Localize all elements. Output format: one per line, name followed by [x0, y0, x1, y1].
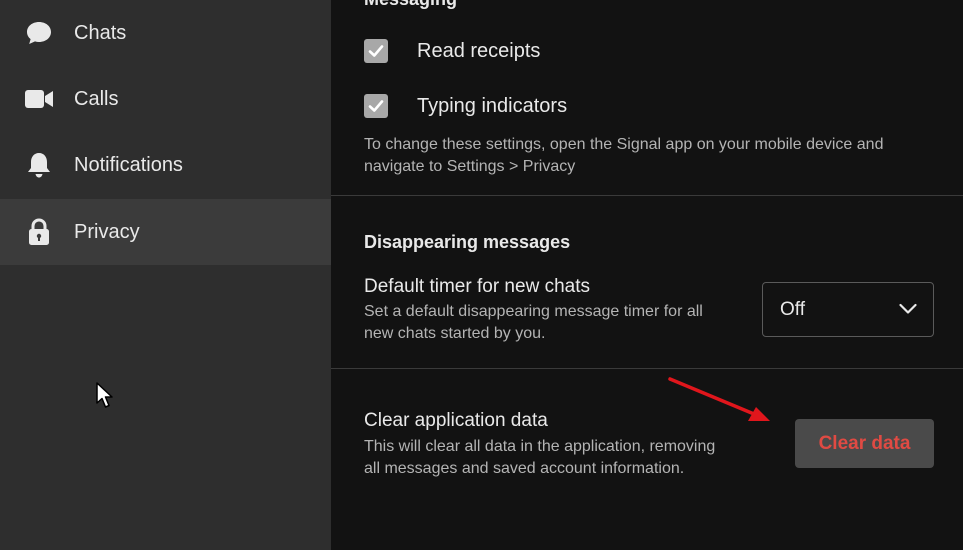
sidebar-item-label: Privacy — [74, 220, 140, 243]
read-receipts-row: Read receipts — [364, 37, 540, 65]
clear-data-button[interactable]: Clear data — [795, 419, 934, 468]
typing-indicators-label: Typing indicators — [417, 94, 568, 117]
section-title-messaging: Messaging — [364, 0, 457, 10]
default-timer-select[interactable]: Off — [762, 282, 934, 337]
divider — [331, 195, 963, 196]
sidebar-item-chats[interactable]: Chats — [0, 0, 331, 66]
chat-bubble-icon — [24, 18, 54, 48]
divider — [331, 368, 963, 369]
default-timer-title: Default timer for new chats — [364, 276, 590, 297]
chevron-down-icon — [899, 302, 917, 320]
mouse-cursor-icon — [96, 382, 114, 415]
sidebar: Chats Calls Notifications Privacy — [0, 0, 331, 550]
typing-indicators-checkbox[interactable] — [364, 94, 388, 118]
sidebar-item-label: Notifications — [74, 153, 183, 176]
settings-panel: Messaging Read receipts Typing indicator… — [331, 0, 963, 550]
typing-indicators-row: Typing indicators — [364, 92, 567, 120]
privacy-settings-note: To change these settings, open the Signa… — [364, 136, 884, 175]
video-camera-icon — [24, 84, 54, 114]
default-timer-description: Set a default disappearing message timer… — [364, 303, 703, 342]
lock-icon — [24, 217, 54, 247]
section-title-disappearing: Disappearing messages — [364, 232, 571, 252]
sidebar-item-label: Chats — [74, 21, 127, 44]
checkmark-icon — [368, 100, 384, 112]
sidebar-item-calls[interactable]: Calls — [0, 66, 331, 132]
read-receipts-checkbox[interactable] — [364, 39, 388, 63]
checkmark-icon — [368, 45, 384, 57]
read-receipts-label: Read receipts — [417, 39, 541, 62]
clear-data-title: Clear application data — [364, 410, 548, 431]
clear-data-description: This will clear all data in the applicat… — [364, 438, 716, 477]
default-timer-value: Off — [780, 298, 805, 320]
sidebar-item-privacy[interactable]: Privacy — [0, 199, 331, 265]
bell-icon — [24, 150, 54, 180]
sidebar-item-label: Calls — [74, 87, 119, 110]
sidebar-item-notifications[interactable]: Notifications — [0, 132, 331, 198]
annotation-arrow-icon — [666, 374, 776, 431]
